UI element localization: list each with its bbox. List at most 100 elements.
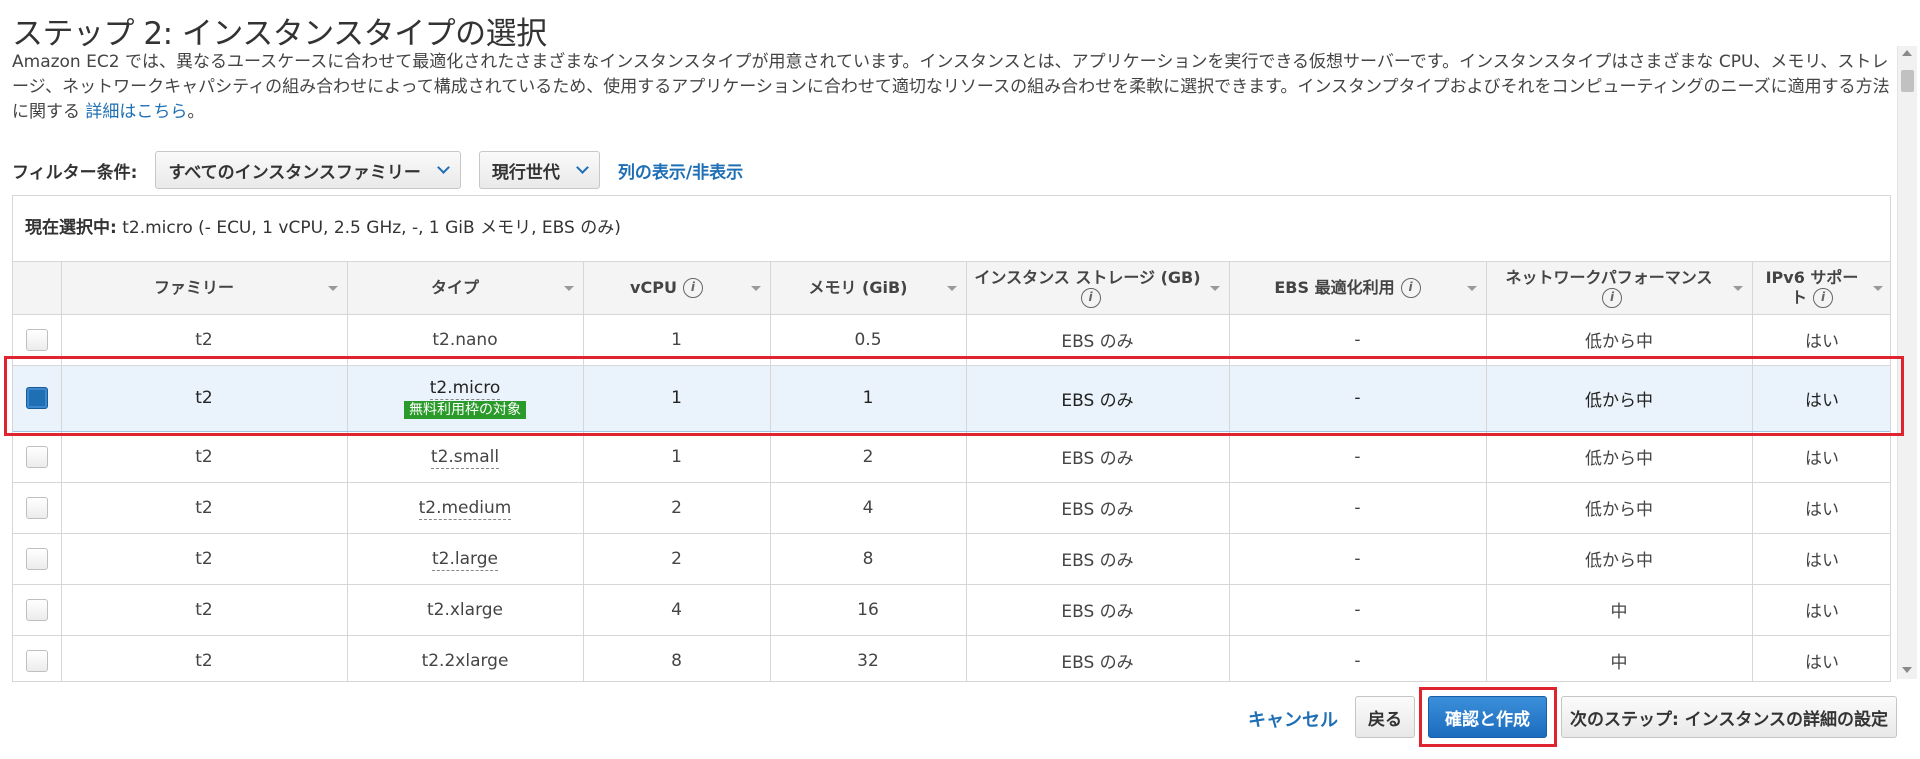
cell-storage: EBS のみ — [966, 364, 1230, 432]
header-vcpu-label: vCPU — [630, 277, 677, 297]
header-family-label: ファミリー — [153, 277, 234, 297]
row-checkbox[interactable] — [25, 649, 48, 672]
scroll-up-icon[interactable] — [1902, 50, 1912, 56]
sort-icon[interactable] — [750, 286, 761, 291]
header-memory[interactable]: メモリ (GiB) — [770, 262, 967, 315]
filter-label: フィルター条件: — [12, 162, 138, 183]
sort-icon[interactable] — [946, 286, 957, 291]
family-filter-value: すべてのインスタンスファミリー — [168, 162, 421, 183]
cell-family: t2 — [61, 364, 348, 432]
cell-vcpu: 1 — [583, 314, 771, 366]
header-select — [13, 262, 62, 315]
header-network-label: ネットワークパフォーマンス — [1505, 267, 1713, 287]
row-checkbox-cell[interactable] — [13, 584, 62, 636]
table-row[interactable]: t2 t2.medium 2 4 EBS のみ - 低から中 はい — [13, 482, 1890, 534]
row-checkbox[interactable] — [25, 445, 48, 468]
cell-ebs: - — [1229, 533, 1487, 585]
page-title: ステップ 2: インスタンスタイプの選択 — [12, 16, 547, 52]
scrollbar-thumb[interactable] — [1901, 70, 1914, 92]
table-row[interactable]: t2 t2.nano 1 0.5 EBS のみ - 低から中 はい — [13, 314, 1890, 366]
row-checkbox[interactable] — [25, 328, 48, 351]
cell-storage: EBS のみ — [966, 482, 1230, 534]
cancel-link[interactable]: キャンセル — [1248, 706, 1338, 732]
info-icon[interactable]: i — [1080, 288, 1101, 308]
table-row[interactable]: t2 t2.2xlarge 8 32 EBS のみ - 中 はい — [13, 635, 1890, 681]
cell-ebs: - — [1229, 364, 1487, 432]
table-row[interactable]: t2 t2.small 1 2 EBS のみ - 低から中 はい — [13, 431, 1890, 483]
generation-filter-value: 現行世代 — [491, 162, 560, 183]
cell-vcpu: 1 — [583, 431, 771, 483]
family-filter-select[interactable]: すべてのインスタンスファミリー — [155, 151, 461, 189]
row-checkbox-cell[interactable] — [13, 364, 62, 432]
page-scrollbar[interactable] — [1897, 46, 1917, 679]
header-ipv6[interactable]: IPv6 サポート i — [1752, 262, 1890, 315]
row-checkbox-cell[interactable] — [13, 533, 62, 585]
header-vcpu[interactable]: vCPU i — [583, 262, 771, 315]
cell-family: t2 — [61, 584, 348, 636]
sort-icon[interactable] — [563, 286, 574, 291]
cell-type-value: t2.large — [432, 548, 498, 571]
sort-icon[interactable] — [1466, 286, 1477, 291]
next-configure-details-button[interactable]: 次のステップ: インスタンスの詳細の設定 — [1561, 696, 1897, 738]
cell-vcpu: 1 — [583, 364, 771, 432]
cell-ebs: - — [1229, 482, 1487, 534]
table-row[interactable]: t2 t2.xlarge 4 16 EBS のみ - 中 はい — [13, 584, 1890, 636]
cell-vcpu: 2 — [583, 533, 771, 585]
row-checkbox-checked[interactable] — [25, 387, 48, 409]
sort-icon[interactable] — [1872, 286, 1883, 291]
cell-network: 低から中 — [1486, 431, 1753, 483]
row-checkbox-cell[interactable] — [13, 635, 62, 681]
sort-icon[interactable] — [327, 286, 338, 291]
cell-type-value: t2.small — [430, 446, 500, 469]
info-icon[interactable]: i — [1602, 288, 1622, 308]
info-icon[interactable]: i — [1400, 278, 1421, 298]
cell-network: 低から中 — [1486, 533, 1753, 585]
header-ipv6-label: IPv6 サポート — [1765, 267, 1859, 307]
chevron-down-icon — [576, 161, 589, 174]
scroll-down-icon[interactable] — [1902, 667, 1912, 673]
row-checkbox[interactable] — [25, 496, 48, 519]
sort-icon[interactable] — [1209, 286, 1220, 291]
row-checkbox-cell[interactable] — [13, 314, 62, 366]
row-checkbox[interactable] — [25, 598, 48, 621]
cell-ipv6: はい — [1752, 314, 1890, 366]
header-type[interactable]: タイプ — [347, 262, 584, 315]
review-and-launch-button[interactable]: 確認と作成 — [1428, 696, 1547, 738]
back-button[interactable]: 戻る — [1355, 696, 1415, 738]
current-selection: 現在選択中: t2.micro (- ECU, 1 vCPU, 2.5 GHz,… — [13, 196, 1890, 262]
generation-filter-select[interactable]: 現行世代 — [478, 151, 600, 189]
instance-type-panel: 現在選択中: t2.micro (- ECU, 1 vCPU, 2.5 GHz,… — [12, 195, 1891, 682]
row-checkbox-cell[interactable] — [13, 431, 62, 483]
cell-storage: EBS のみ — [966, 635, 1230, 681]
cell-network: 中 — [1486, 584, 1753, 636]
cell-memory: 16 — [770, 584, 967, 636]
cell-type: t2.small — [347, 431, 584, 483]
cell-storage: EBS のみ — [966, 584, 1230, 636]
header-network[interactable]: ネットワークパフォーマンス i — [1486, 262, 1753, 315]
instance-type-table: ファミリー タイプ vCPU i メモリ (GiB) インスタンス ストレージ (… — [13, 262, 1890, 681]
table-row-selected[interactable]: t2 t2.micro 無料利用枠の対象 1 1 EBS のみ - 低から中 は… — [13, 364, 1890, 432]
table-row[interactable]: t2 t2.large 2 8 EBS のみ - 低から中 はい — [13, 533, 1890, 585]
cell-memory: 2 — [770, 431, 967, 483]
row-checkbox[interactable] — [25, 547, 48, 570]
header-ebs[interactable]: EBS 最適化利用 i — [1229, 262, 1487, 315]
sort-icon[interactable] — [1732, 286, 1743, 291]
cell-type: t2.xlarge — [347, 584, 584, 636]
cell-family: t2 — [61, 635, 348, 681]
learn-more-link[interactable]: 詳細はこちら — [85, 102, 187, 122]
cell-storage: EBS のみ — [966, 533, 1230, 585]
info-icon[interactable]: i — [1813, 288, 1833, 308]
cell-type: t2.medium — [347, 482, 584, 534]
cell-network: 低から中 — [1486, 482, 1753, 534]
header-type-label: タイプ — [430, 277, 479, 297]
header-storage[interactable]: インスタンス ストレージ (GB) i — [966, 262, 1230, 315]
cell-network: 中 — [1486, 635, 1753, 681]
cell-family: t2 — [61, 533, 348, 585]
description-text: Amazon EC2 では、異なるユースケースに合わせて最適化されたさまざまなイ… — [12, 52, 1890, 122]
row-checkbox-cell[interactable] — [13, 482, 62, 534]
show-hide-columns-link[interactable]: 列の表示/非表示 — [618, 158, 743, 183]
info-icon[interactable]: i — [682, 278, 703, 298]
header-family[interactable]: ファミリー — [61, 262, 348, 315]
cell-vcpu: 2 — [583, 482, 771, 534]
cell-storage: EBS のみ — [966, 314, 1230, 366]
